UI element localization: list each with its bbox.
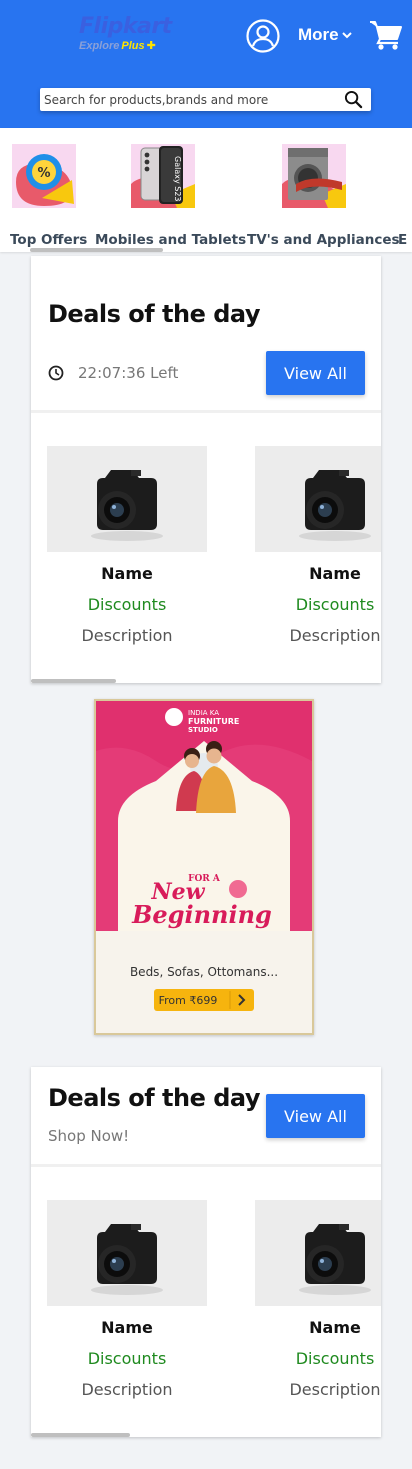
logo-explore: Explore — [79, 40, 120, 52]
view-all-button[interactable]: View All — [266, 1094, 365, 1138]
banner-brand-3: STUDIO — [188, 726, 218, 734]
category-mobiles[interactable]: Galaxy S23 Mobiles and Tablets — [95, 144, 246, 248]
product-card[interactable]: Name Discounts Description — [47, 1200, 207, 1399]
product-discount: Discounts — [87, 1349, 167, 1368]
camera-icon — [47, 446, 207, 552]
shop-now-text: Shop Now! — [48, 1127, 130, 1145]
product-name: Name — [101, 1318, 153, 1337]
category-top-offers[interactable]: % Top Offers — [10, 144, 87, 248]
camera-icon — [255, 1200, 381, 1306]
category-label: Mobiles and Tablets — [95, 232, 247, 248]
banner-artwork: INDIA KA FURNITURE STUDIO FOR A New Begi… — [96, 701, 312, 1033]
product-card[interactable]: Name Discounts Description — [255, 446, 381, 645]
deals-title: Deals of the day — [48, 300, 261, 328]
chevron-down-icon — [341, 32, 352, 39]
smartphone-galaxy-s23-icon: Galaxy S23 — [131, 144, 195, 208]
category-tv-appliances[interactable]: TV's and Appliances — [247, 144, 400, 248]
deals-header: Deals of the day 22:07:36 Left View All — [31, 256, 381, 413]
more-menu-button[interactable]: More — [298, 25, 352, 45]
category-scrollbar[interactable] — [30, 248, 163, 252]
category-label: TV's and Appliances — [247, 232, 400, 248]
deals-header: Deals of the day Shop Now! View All — [31, 1067, 381, 1167]
logo-plus: Plus — [121, 40, 145, 52]
search-bar — [40, 88, 371, 111]
product-name: Name — [101, 564, 153, 583]
banner-brand: INDIA KA — [188, 709, 219, 717]
camera-icon — [255, 446, 381, 552]
search-icon[interactable] — [344, 90, 363, 109]
logo-subtitle: Explore Plus ✚ — [79, 40, 179, 53]
furniture-banner[interactable]: INDIA KA FURNITURE STUDIO FOR A New Begi… — [94, 699, 314, 1035]
product-scrollbar[interactable] — [31, 1433, 130, 1437]
washing-machine-icon — [282, 144, 346, 208]
category-strip: % Top Offers Galaxy S23 Mobiles and Tabl… — [0, 128, 412, 252]
product-description: Description — [289, 626, 381, 645]
svg-text:%: % — [37, 166, 50, 181]
deals-of-the-day-card: Deals of the day 22:07:36 Left View All … — [31, 256, 381, 683]
offers-badge-icon: % — [12, 144, 76, 208]
logo-text: Flipkart — [79, 14, 172, 39]
banner-brand-2: FURNITURE — [188, 717, 239, 726]
product-description: Description — [289, 1380, 381, 1399]
category-label: Top Offers — [10, 232, 88, 248]
clock-icon — [48, 365, 64, 381]
product-discount: Discounts — [295, 1349, 375, 1368]
category-label: E — [398, 232, 408, 248]
search-input[interactable] — [44, 88, 334, 111]
product-name: Name — [309, 1318, 361, 1337]
product-card[interactable]: Name Discounts Description — [255, 1200, 381, 1399]
view-all-button[interactable]: View All — [266, 351, 365, 395]
product-card[interactable]: Name Discounts Description — [47, 446, 207, 645]
header: Flipkart Explore Plus ✚ More — [0, 0, 412, 128]
flipkart-logo[interactable]: Flipkart Explore Plus ✚ — [79, 14, 179, 53]
product-description: Description — [81, 1380, 173, 1399]
deals-title: Deals of the day — [48, 1084, 261, 1112]
product-discount: Discounts — [295, 595, 375, 614]
product-scrollbar[interactable] — [31, 679, 116, 683]
plus-icon: ✚ — [146, 40, 156, 52]
deals-timer: 22:07:36 Left — [48, 364, 178, 382]
device-text: Galaxy S23 — [173, 156, 182, 202]
more-label: More — [298, 25, 339, 44]
product-discount: Discounts — [87, 595, 167, 614]
deals-of-the-day-card-2: Deals of the day Shop Now! View All Name… — [31, 1067, 381, 1437]
timer-text: 22:07:36 Left — [78, 364, 179, 382]
cart-icon[interactable] — [369, 19, 403, 51]
banner-headline-3: Beginning — [131, 900, 272, 929]
banner-subtitle: Beds, Sofas, Ottomans... — [130, 965, 278, 979]
banner-cta: From ₹699 — [159, 994, 218, 1007]
account-icon[interactable] — [246, 19, 280, 53]
camera-icon — [47, 1200, 207, 1306]
product-name: Name — [309, 564, 361, 583]
product-description: Description — [81, 626, 173, 645]
